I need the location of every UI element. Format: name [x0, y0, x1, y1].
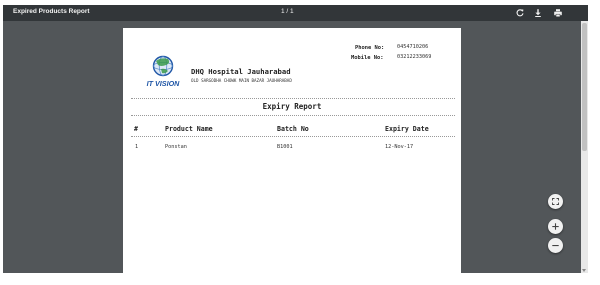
print-icon[interactable] [553, 8, 563, 18]
scroll-thumb[interactable] [582, 23, 587, 151]
column-header-product: Product Name [165, 125, 213, 133]
download-icon[interactable] [533, 8, 543, 18]
report-title: Expiry Report [262, 102, 322, 111]
document-title: Expired Products Report [13, 8, 90, 15]
scroll-down-arrow-icon[interactable] [582, 269, 586, 272]
phone-value: 0454710206 [397, 44, 429, 50]
row-number: 1 [135, 144, 139, 150]
zoom-in-icon [552, 223, 559, 230]
zoom-out-button[interactable] [548, 238, 563, 253]
phone-label: Phone No: [355, 45, 385, 51]
zoom-out-icon [552, 245, 559, 247]
column-header-expiry: Expiry Date [385, 125, 429, 133]
logo-text: IT VISION [147, 79, 181, 88]
page-indicator: 1 / 1 [281, 8, 294, 15]
column-header-number: # [134, 125, 138, 133]
divider [131, 115, 455, 116]
vertical-scrollbar[interactable] [581, 21, 588, 273]
fit-page-icon [552, 198, 559, 205]
mobile-value: 03212233069 [397, 54, 432, 60]
viewer-toolbar: Expired Products Report 1 / 1 [3, 5, 588, 21]
fit-page-button[interactable] [548, 194, 563, 209]
it-vision-logo: IT VISION [137, 53, 189, 91]
column-header-batch: Batch No [277, 125, 309, 133]
mobile-label: Mobile No: [351, 55, 384, 61]
divider [131, 98, 455, 99]
rotate-icon[interactable] [515, 8, 525, 18]
report-page: IT VISION DHQ Hospital Jauharabad OLD SA… [123, 28, 461, 273]
zoom-in-button[interactable] [548, 219, 563, 234]
row-expiry: 12-Nov-17 [385, 144, 414, 150]
hospital-name: DHQ Hospital Jauharabad [191, 67, 291, 76]
divider [131, 136, 455, 137]
hospital-address: OLD SARGODHA CHOWK MAIN BAZAR JAUHARABAD [191, 78, 292, 83]
pdf-viewer: Expired Products Report 1 / 1 IT VISION … [3, 5, 588, 273]
row-batch: B1001 [277, 144, 293, 150]
row-product: Ponstan [165, 144, 187, 150]
